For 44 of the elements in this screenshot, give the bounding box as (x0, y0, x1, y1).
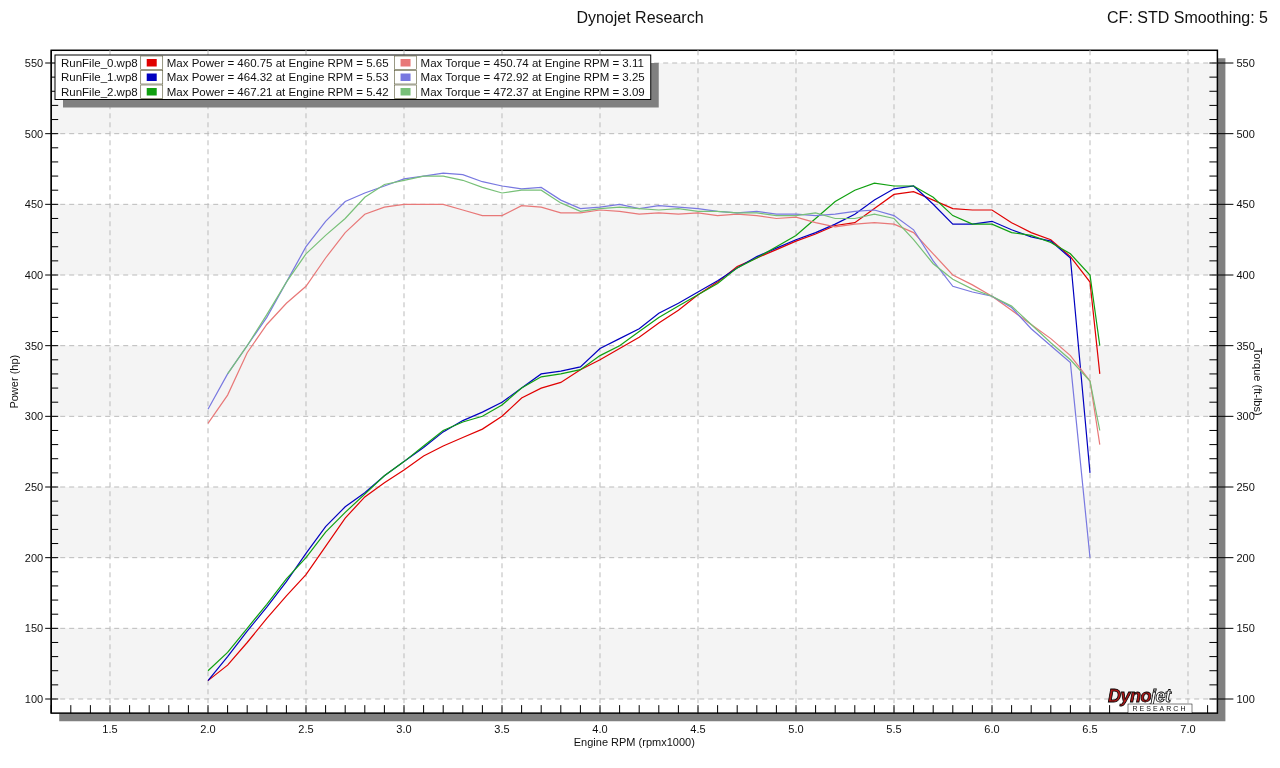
legend-label: RunFile_0.wp8 (61, 56, 138, 69)
axis-tick-label: 100 (1236, 693, 1255, 705)
legend-label: Max Torque = 472.37 at Engine RPM = 3.09 (420, 85, 645, 98)
axis-tick-label: 300 (24, 410, 44, 423)
axis-tick-label: 6.5 (1082, 723, 1098, 736)
axis-tick-label: 250 (24, 481, 44, 493)
axis-tick-label: 5.5 (886, 723, 902, 736)
legend-label: Max Power = 464.32 at Engine RPM = 5.53 (166, 71, 389, 83)
axis-tick-label: 400 (24, 269, 44, 281)
axis-tick-label: 5.0 (788, 723, 804, 736)
legend-label: RunFile_2.wp8 (61, 85, 138, 98)
x-axis-title: Engine RPM (rpmx1000) (573, 736, 695, 749)
axis-tick-label: 150 (24, 622, 44, 635)
axis-tick-label: 3.0 (396, 723, 412, 736)
y-axis-title: Power (hp) (8, 354, 20, 409)
axis-tick-label: 4.0 (592, 723, 608, 736)
axis-tick-label: 550 (24, 57, 44, 69)
axis-tick-label: 550 (1236, 57, 1255, 69)
axis-tick-label: 200 (1236, 551, 1255, 564)
axis-tick-label: 450 (24, 198, 44, 211)
axis-tick-label: 100 (24, 693, 44, 705)
axis-tick-label: 7.0 (1180, 723, 1196, 736)
axis-tick-label: 350 (1236, 339, 1255, 352)
settings-info: CF: STD Smoothing: 5 (1107, 8, 1268, 27)
legend-label: RunFile_1.wp8 (61, 71, 138, 83)
legend-label: Max Power = 460.75 at Engine RPM = 5.65 (166, 56, 389, 69)
axis-tick-label: 2.5 (298, 723, 314, 736)
axis-tick-label: 4.5 (690, 723, 706, 736)
legend-label: Max Power = 467.21 at Engine RPM = 5.42 (166, 85, 389, 98)
axis-tick-label: 500 (24, 127, 44, 140)
axis-tick-label: 1.5 (102, 723, 118, 736)
axis-tick-label: 150 (1236, 622, 1255, 635)
legend-label: Max Torque = 472.92 at Engine RPM = 3.25 (420, 71, 645, 83)
axis-tick-label: 6.0 (984, 723, 1000, 736)
axis-tick-label: 500 (1236, 127, 1255, 140)
axis-tick-label: 3.5 (494, 723, 510, 736)
axis-tick-label: 200 (24, 551, 44, 564)
axis-tick-label: 350 (24, 339, 44, 352)
legend-label: Max Torque = 450.74 at Engine RPM = 3.11 (420, 56, 644, 69)
axis-tick-label: 2.0 (200, 723, 216, 736)
axis-tick-label: 400 (1236, 269, 1255, 281)
axis-tick-label: 250 (1236, 481, 1255, 493)
axis-tick-label: 450 (1236, 198, 1255, 211)
chart-title: Dynojet Research (576, 8, 704, 27)
